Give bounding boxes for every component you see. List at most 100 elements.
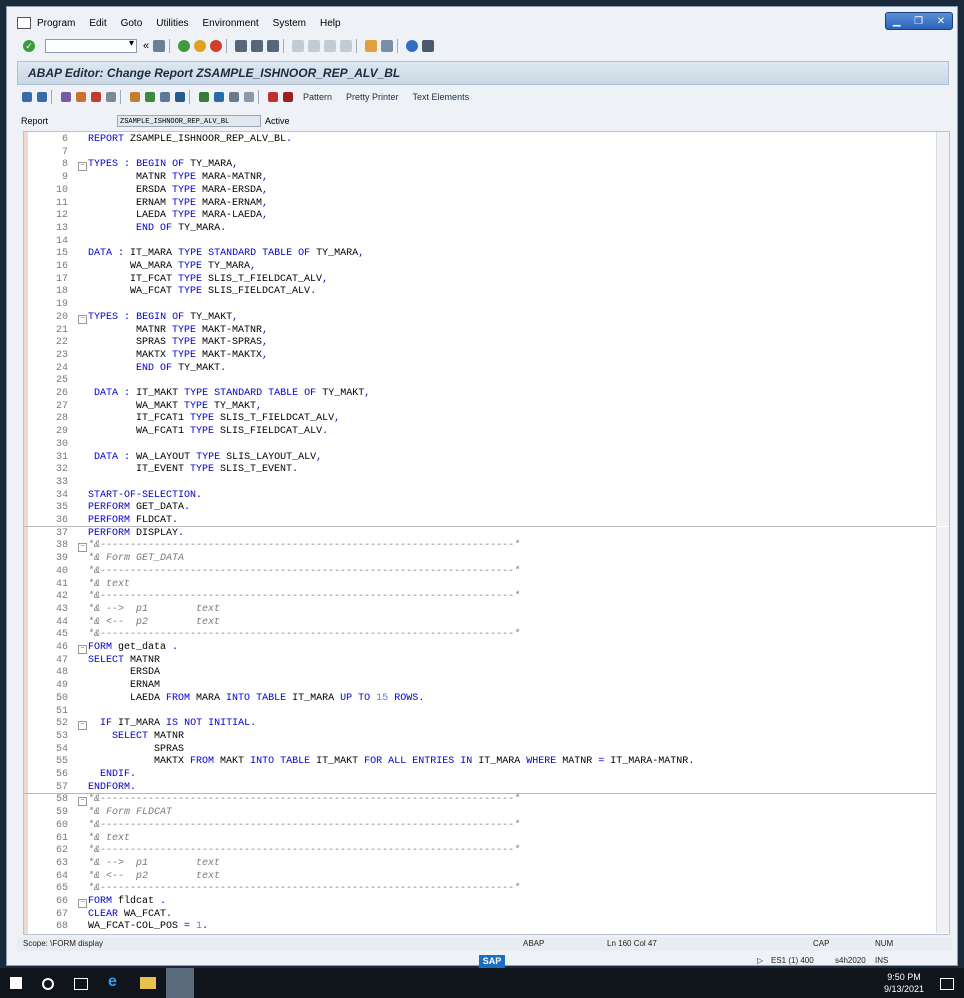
code-line[interactable]: 30 bbox=[24, 439, 936, 452]
breakpoint-icon[interactable] bbox=[268, 92, 278, 102]
task-view-icon[interactable] bbox=[74, 978, 88, 990]
code-line[interactable]: 38− *&-----------------------------------… bbox=[24, 540, 936, 553]
code-line[interactable]: 7 bbox=[24, 147, 936, 160]
code-line[interactable]: 28 IT_FCAT1 TYPE SLIS_T_FIELDCAT_ALV, bbox=[24, 413, 936, 426]
code-line[interactable]: 59 *& Form FLDCAT bbox=[24, 807, 936, 820]
info-icon[interactable] bbox=[244, 92, 254, 102]
code-line[interactable]: 34 START-OF-SELECTION. bbox=[24, 490, 936, 503]
code-line[interactable]: 10 ERSDA TYPE MARA-ERSDA, bbox=[24, 185, 936, 198]
code-line[interactable]: 35 PERFORM GET_DATA. bbox=[24, 502, 936, 515]
screen-icon[interactable] bbox=[229, 92, 239, 102]
code-line[interactable]: 15 DATA : IT_MARA TYPE STANDARD TABLE OF … bbox=[24, 248, 936, 261]
vertical-scrollbar-top[interactable] bbox=[936, 132, 949, 526]
restore-icon[interactable]: ❐ bbox=[914, 16, 923, 27]
internet-explorer-icon[interactable]: e bbox=[108, 973, 124, 990]
code-line[interactable]: 47 SELECT MATNR bbox=[24, 655, 936, 668]
code-line[interactable]: 27 WA_MAKT TYPE TY_MAKT, bbox=[24, 401, 936, 414]
where-used-icon[interactable] bbox=[145, 92, 155, 102]
code-line[interactable]: 66 − FORM fldcat . bbox=[24, 896, 936, 909]
notifications-icon[interactable] bbox=[940, 978, 954, 990]
customize-layout-icon[interactable] bbox=[422, 40, 435, 52]
minimize-icon[interactable]: ▁ bbox=[893, 16, 901, 27]
text-elements-button[interactable]: Text Elements bbox=[413, 92, 470, 102]
print-icon[interactable] bbox=[235, 40, 248, 52]
next-page-icon[interactable] bbox=[324, 40, 337, 52]
fold-toggle-icon[interactable]: − bbox=[78, 162, 87, 172]
code-line[interactable]: 51 bbox=[24, 706, 936, 719]
new-session-icon[interactable] bbox=[365, 40, 378, 52]
vertical-scrollbar-bottom[interactable] bbox=[936, 527, 949, 933]
code-line[interactable]: 33 bbox=[24, 477, 936, 490]
windows-start-icon[interactable] bbox=[10, 977, 22, 989]
code-line[interactable]: 29 WA_FCAT1 TYPE SLIS_FIELDCAT_ALV. bbox=[24, 426, 936, 439]
pattern-button[interactable]: Pattern bbox=[303, 92, 332, 102]
code-line[interactable]: 21 MATNR TYPE MAKT-MATNR, bbox=[24, 325, 936, 338]
clock[interactable]: 9:50 PM 9/13/2021 bbox=[884, 971, 924, 995]
code-line[interactable]: 39 *& Form GET_DATA bbox=[24, 553, 936, 566]
fold-toggle-icon[interactable]: − bbox=[78, 645, 87, 654]
find-icon[interactable] bbox=[251, 40, 264, 52]
code-line[interactable]: 42 *&------------------------------------… bbox=[24, 591, 936, 604]
menu-system[interactable]: System bbox=[273, 18, 306, 29]
code-line[interactable]: 61 *& text bbox=[24, 833, 936, 846]
code-line[interactable]: 68 WA_FCAT-COL_POS = 1. bbox=[24, 921, 936, 934]
code-line[interactable]: 18 WA_FCAT TYPE SLIS_FIELDCAT_ALV. bbox=[24, 286, 936, 299]
code-line[interactable]: 55 MAKTX FROM MAKT INTO TABLE IT_MAKT FO… bbox=[24, 756, 936, 769]
save-icon[interactable] bbox=[153, 40, 166, 52]
play-icon[interactable]: ▷ bbox=[757, 956, 763, 965]
activate-icon[interactable] bbox=[106, 92, 116, 102]
code-line[interactable]: 48 ERSDA bbox=[24, 667, 936, 680]
menu-program[interactable]: Program bbox=[37, 18, 75, 29]
fold-toggle-icon[interactable]: − bbox=[78, 721, 87, 731]
code-line[interactable]: 45 *&------------------------------------… bbox=[24, 629, 936, 642]
code-line[interactable]: 65 *&------------------------------------… bbox=[24, 883, 936, 896]
file-explorer-icon[interactable] bbox=[140, 977, 156, 989]
code-line[interactable]: 37 PERFORM DISPLAY. bbox=[24, 528, 936, 541]
object-list-icon[interactable] bbox=[160, 92, 170, 102]
code-line[interactable]: 31 DATA : WA_LAYOUT TYPE SLIS_LAYOUT_ALV… bbox=[24, 452, 936, 465]
code-editor[interactable]: 6 REPORT ZSAMPLE_ISHNOOR_REP_ALV_BL. 7 8− TY… bbox=[23, 131, 950, 935]
forward-arrow-icon[interactable] bbox=[37, 92, 47, 102]
code-line[interactable]: 67 CLEAR WA_FCAT. bbox=[24, 909, 936, 922]
enhance-icon[interactable] bbox=[214, 92, 224, 102]
fold-toggle-icon[interactable]: − bbox=[78, 314, 87, 324]
code-line[interactable]: 16 WA_MARA TYPE TY_MARA, bbox=[24, 261, 936, 274]
navigation-window-icon[interactable] bbox=[175, 92, 185, 102]
test-icon[interactable] bbox=[130, 92, 140, 102]
menu-help[interactable]: Help bbox=[320, 18, 341, 29]
code-line[interactable]: 22 SPRAS TYPE MAKT-SPRAS, bbox=[24, 337, 936, 350]
search-icon[interactable] bbox=[42, 978, 54, 990]
code-line[interactable]: 23 MAKTX TYPE MAKT-MAKTX, bbox=[24, 350, 936, 363]
previous-page-icon[interactable] bbox=[308, 40, 321, 52]
code-line[interactable]: 13 END OF TY_MARA. bbox=[24, 223, 936, 236]
fold-toggle-icon[interactable]: − bbox=[78, 797, 87, 807]
menu-edit[interactable]: Edit bbox=[89, 18, 106, 29]
code-line[interactable]: 46 − FORM get_data . bbox=[24, 642, 936, 655]
last-page-icon[interactable] bbox=[340, 40, 353, 52]
sap-logon-icon[interactable] bbox=[166, 968, 194, 998]
code-line[interactable]: 44 *& <-- p2 text bbox=[24, 617, 936, 630]
hierarchy-icon[interactable] bbox=[199, 92, 209, 102]
other-object-icon[interactable] bbox=[76, 92, 86, 102]
code-line[interactable]: 63 *& --> p1 text bbox=[24, 858, 936, 871]
code-line[interactable]: 49 ERNAM bbox=[24, 680, 936, 693]
command-field[interactable] bbox=[45, 38, 137, 53]
code-line[interactable]: 62 *&------------------------------------… bbox=[24, 845, 936, 858]
menu-environment[interactable]: Environment bbox=[203, 18, 259, 29]
fold-toggle-icon[interactable]: − bbox=[78, 899, 87, 908]
insert-mode[interactable]: INS bbox=[875, 956, 888, 965]
code-line[interactable]: 56 ENDIF. bbox=[24, 769, 936, 782]
display-change-icon[interactable] bbox=[61, 92, 71, 102]
code-line[interactable]: 54 SPRAS bbox=[24, 744, 936, 757]
menu-goto[interactable]: Goto bbox=[121, 18, 143, 29]
code-line[interactable]: 19 bbox=[24, 299, 936, 312]
menu-utilities[interactable]: Utilities bbox=[156, 18, 188, 29]
code-line[interactable]: 50 LAEDA FROM MARA INTO TABLE IT_MARA UP… bbox=[24, 693, 936, 706]
back-icon[interactable] bbox=[178, 40, 191, 52]
pretty-printer-button[interactable]: Pretty Printer bbox=[346, 92, 399, 102]
check-icon[interactable] bbox=[91, 92, 101, 102]
first-page-icon[interactable] bbox=[292, 40, 305, 52]
session-breakpoint-icon[interactable] bbox=[283, 92, 293, 102]
sap-menu-icon[interactable] bbox=[17, 17, 31, 29]
exit-icon[interactable] bbox=[194, 40, 207, 52]
